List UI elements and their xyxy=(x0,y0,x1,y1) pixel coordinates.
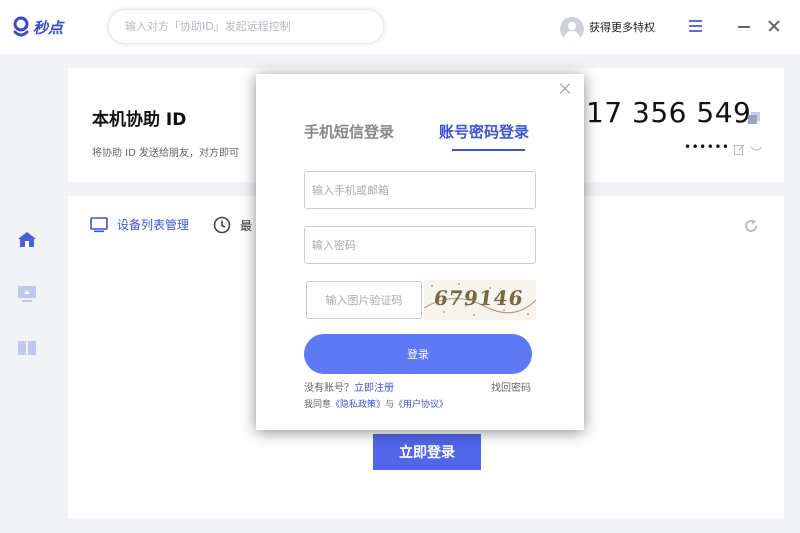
copy-icon[interactable] xyxy=(747,111,761,125)
tab-devices-label: 设备列表管理 xyxy=(117,218,190,232)
no-account-text: 没有账号？ xyxy=(304,383,354,394)
login-button[interactable]: 登录 xyxy=(304,334,532,374)
device-id-number: 17 356 549 xyxy=(586,96,752,129)
agree-and: 与 xyxy=(385,400,395,410)
home-icon[interactable] xyxy=(17,230,37,250)
minimize-icon xyxy=(738,26,750,28)
app-name: 秒点 xyxy=(33,18,64,37)
captcha-input[interactable] xyxy=(307,282,421,318)
tab-account-login[interactable]: 账号密码登录 xyxy=(439,121,529,142)
privacy-link[interactable]: 《隐私政策》 xyxy=(331,400,385,410)
device-id-description: 将协助 ID 发送给朋友，对方即可 xyxy=(92,148,240,159)
close-button[interactable] xyxy=(766,18,782,34)
sidebar xyxy=(0,54,54,533)
device-password: •••••• xyxy=(684,140,730,154)
tab-devices[interactable]: 设备列表管理 xyxy=(90,216,189,233)
forgot-password-link[interactable]: 找回密码 xyxy=(491,379,531,394)
logo-icon xyxy=(13,16,29,37)
book-icon[interactable] xyxy=(17,338,37,358)
terms-link[interactable]: 《用户协议》 xyxy=(394,400,448,410)
register-link[interactable]: 立即注册 xyxy=(354,383,394,394)
screen-icon[interactable] xyxy=(17,284,37,304)
login-dialog: 手机短信登录 账号密码登录 679146 登录 没有账号？立即注册 找回密码 我… xyxy=(256,74,584,430)
vip-link[interactable]: 获得更多特权 xyxy=(589,19,655,35)
clock-icon xyxy=(213,216,231,234)
password-input[interactable] xyxy=(305,227,535,263)
search-box[interactable] xyxy=(108,9,384,44)
tab-sms-login[interactable]: 手机短信登录 xyxy=(304,121,394,142)
tab-active-indicator xyxy=(452,149,525,151)
no-account-row: 没有账号？立即注册 xyxy=(304,379,394,394)
menu-icon[interactable] xyxy=(689,20,702,32)
captcha-image[interactable]: 679146 xyxy=(424,280,536,320)
search-input[interactable] xyxy=(109,10,383,43)
monitor-icon xyxy=(90,216,108,232)
refresh-icon[interactable] xyxy=(744,219,758,233)
minimize-button[interactable] xyxy=(736,18,752,34)
captcha-field[interactable] xyxy=(306,281,422,319)
phone-input[interactable] xyxy=(305,172,535,208)
avatar[interactable] xyxy=(560,17,584,41)
eye-icon[interactable] xyxy=(750,145,763,154)
app-logo: 秒点 xyxy=(12,16,63,38)
edit-icon[interactable] xyxy=(734,144,745,155)
title-bar: 秒点 获得更多特权 xyxy=(0,0,800,54)
dialog-close-icon[interactable] xyxy=(558,82,572,96)
tab-recent-label: 最 xyxy=(240,218,253,233)
tab-recent[interactable]: 最 xyxy=(213,216,252,234)
captcha-code: 679146 xyxy=(432,286,526,310)
device-id-title: 本机协助 ID xyxy=(92,110,187,130)
agreement-row: 我同意《隐私政策》与《用户协议》 xyxy=(304,397,448,410)
password-field[interactable] xyxy=(304,226,536,264)
login-now-button[interactable]: 立即登录 xyxy=(373,434,481,470)
phone-field[interactable] xyxy=(304,171,536,209)
agree-prefix: 我同意 xyxy=(304,400,332,410)
